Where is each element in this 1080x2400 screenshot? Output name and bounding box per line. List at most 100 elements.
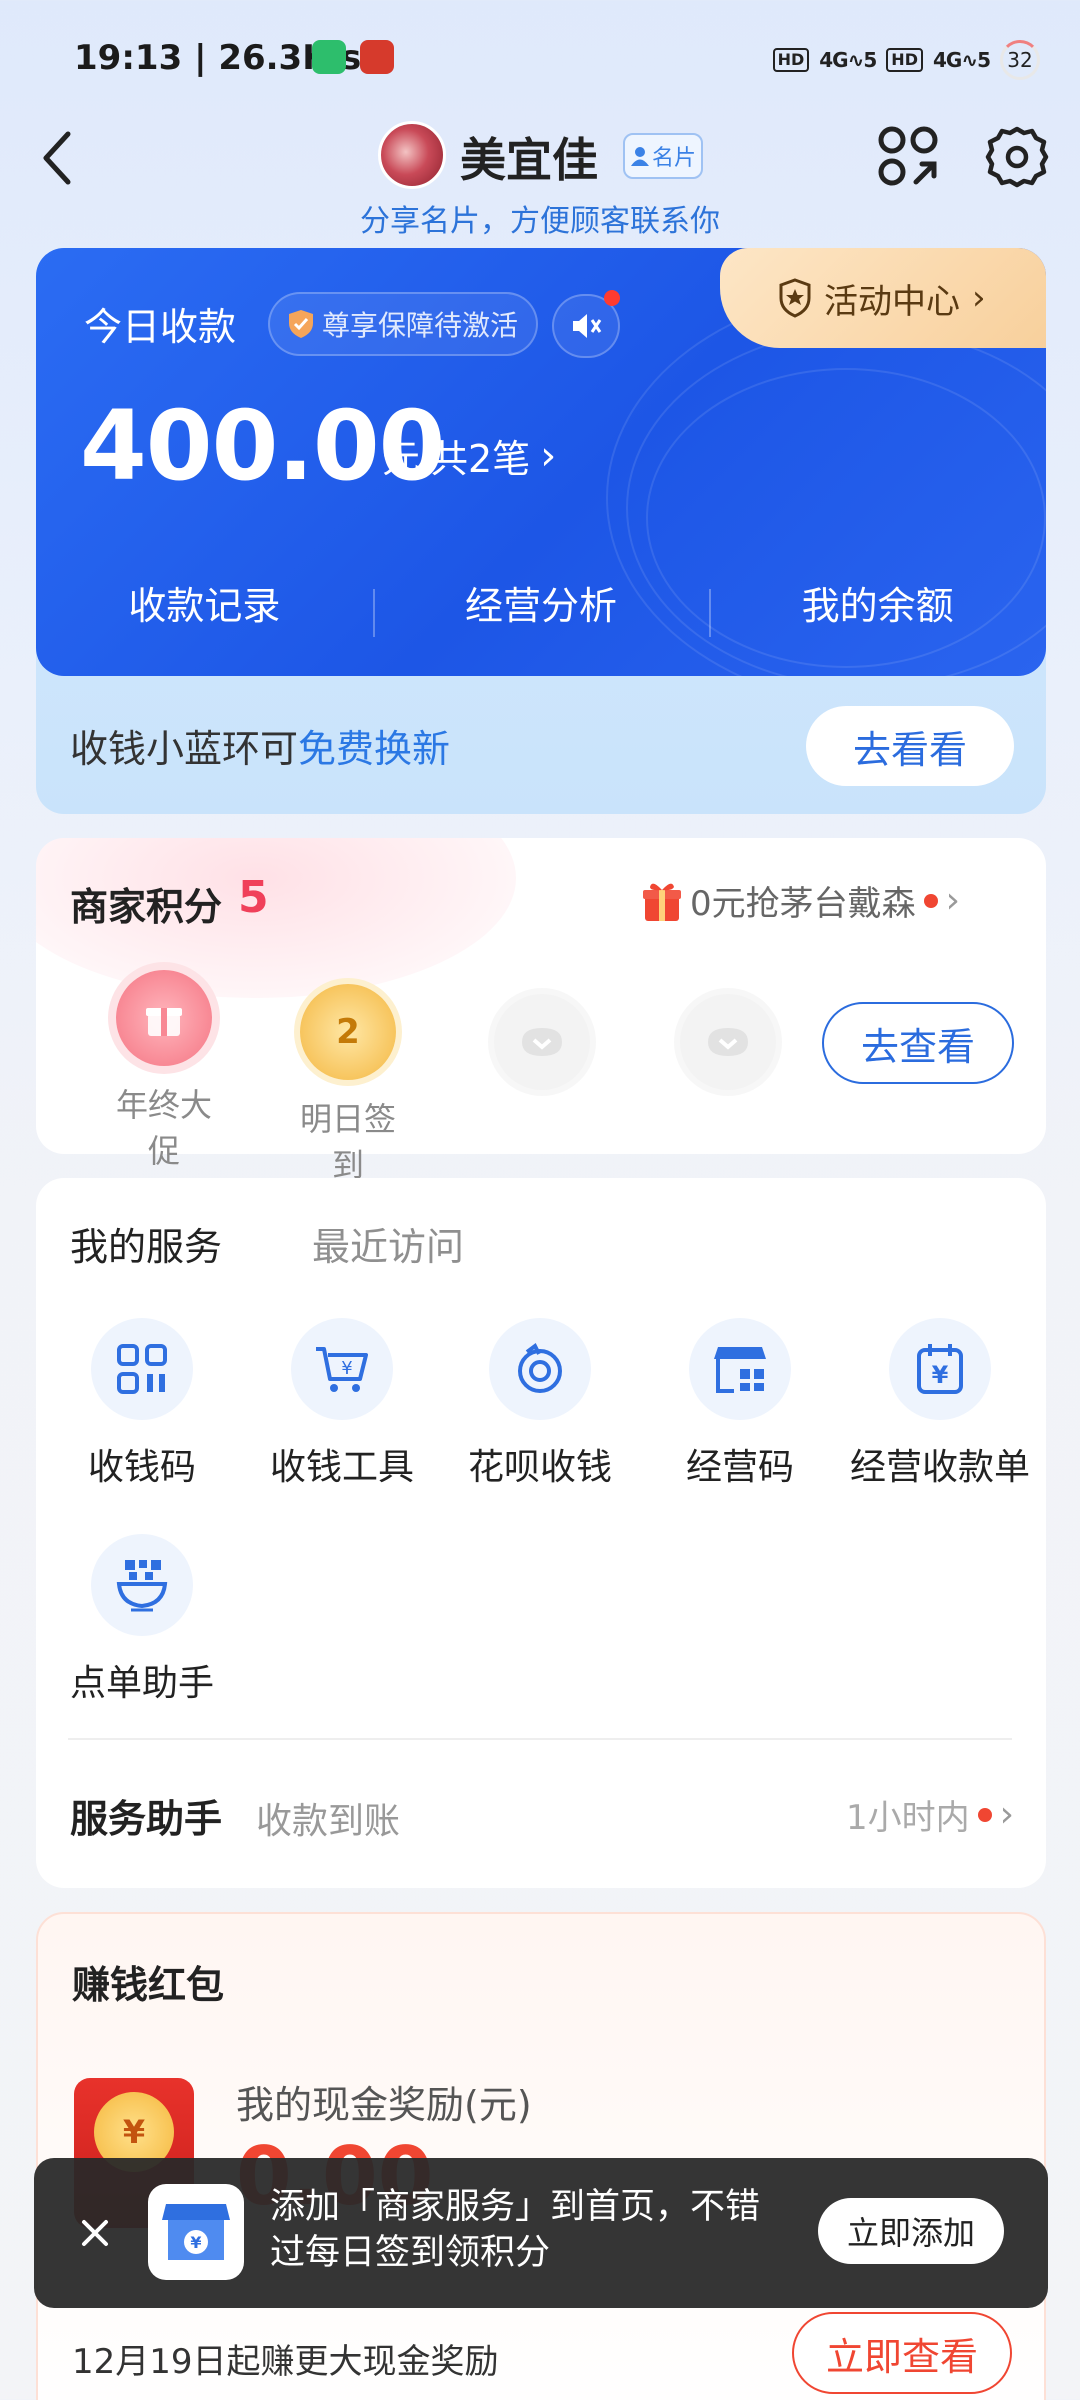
chevron-right-icon: › [972,278,986,318]
service-collection-code[interactable]: 收钱码 [42,1318,242,1490]
locked-coin-icon [494,994,590,1090]
hd-icon: HD [886,48,923,72]
qr-code-icon [91,1318,193,1420]
amount-details-link[interactable]: 元 共2笔 › [382,428,556,483]
service-huabei-collection[interactable]: 花呗收钱 [440,1318,640,1490]
cash-reward-label: 我的现金奖励(元) [236,2083,532,2127]
service-label: 收钱码 [87,1447,196,1488]
activity-center-label: 活动中心 [824,281,960,322]
assistant-time: 1小时内 [845,1798,970,1838]
service-label: 收钱工具 [269,1447,414,1488]
points-promo-link[interactable]: 0元抢茅台戴森 › [642,876,960,925]
signal-icon: 4G∿5 [819,48,877,72]
close-icon [82,2220,108,2246]
services-card [36,1178,1046,1888]
service-assistant-link[interactable]: 1小时内 › [846,1790,1014,1839]
tab-collection-records[interactable]: 收款记录 [36,575,373,630]
go-see-button[interactable]: 去看看 [806,706,1014,786]
hd-icon: HD [772,48,810,72]
sign-in-item[interactable]: 年终大促 [104,970,224,1172]
toast-close-button[interactable] [70,2208,120,2258]
huabei-icon [489,1318,591,1420]
chevron-left-icon [43,131,71,185]
service-label: 经营收款单 [849,1447,1030,1488]
service-assistant-subtitle: 收款到账 [256,1801,401,1842]
reward-notice: 12月19日起赚更大现金奖励 [72,2342,499,2382]
coin-icon: 2 [300,984,396,1080]
tab-business-analysis[interactable]: 经营分析 [372,575,710,637]
service-collection-tools[interactable]: ¥ 收钱工具 [242,1318,442,1490]
svg-text:¥: ¥ [341,1358,352,1379]
order-assistant-icon [91,1534,193,1636]
chevron-right-icon: › [945,880,961,921]
store-name: 美宜佳 [460,133,598,187]
business-card-badge[interactable]: 名片 [623,133,703,179]
svg-text:¥: ¥ [190,2233,201,2252]
points-title: 商家积分 [70,885,223,929]
earn-title: 赚钱红包 [72,1963,225,2007]
toast-message: 添加「商家服务」到首页，不错过每日签到领积分 [270,2187,761,2273]
back-button[interactable] [30,120,94,196]
store-code-icon [689,1318,791,1420]
calendar-yuan-icon: ¥ [889,1318,991,1420]
service-order-assistant[interactable]: 点单助手 [42,1534,242,1706]
person-icon [630,147,649,166]
speaker-muted-icon [573,314,602,338]
notification-dot [923,893,938,908]
add-now-button[interactable]: 立即添加 [818,2198,1004,2264]
sign-in-label: 明日签到 [299,1100,396,1184]
sign-in-label: 年终大促 [115,1086,212,1170]
cart-icon: ¥ [291,1318,393,1420]
share-hint[interactable]: 分享名片，方便顾客联系你 [0,196,1080,240]
tab-my-balance[interactable]: 我的余额 [709,575,1046,637]
app-notification-icon [312,40,346,74]
status-bar: 19:13 | 26.3K/s HD 4G∿5 HD 4G∿5 32 [0,0,1080,110]
notification-dot [604,290,620,306]
scan-icon [878,126,938,186]
gear-icon [985,126,1049,188]
scan-button[interactable] [876,124,940,188]
settings-button[interactable] [984,124,1050,190]
svg-text:¥: ¥ [932,1361,949,1389]
store-avatar[interactable] [378,121,446,189]
currency-label: 元 [382,437,421,481]
service-label: 点单助手 [70,1663,215,1704]
business-card-label: 名片 [651,146,696,171]
notification-dot [977,1807,992,1822]
app-notification-icon [360,40,394,74]
check-points-button[interactable]: 去查看 [822,1002,1014,1084]
battery-icon: 32 [1000,40,1040,80]
service-label: 花呗收钱 [467,1447,612,1488]
gift-icon [643,883,681,921]
chevron-right-icon: › [999,1794,1014,1835]
service-label: 经营码 [685,1447,794,1488]
shield-star-icon [779,278,811,318]
signal-icon: 4G∿5 [932,48,991,72]
collection-tabs: 收款记录 经营分析 我的余额 [36,560,1046,644]
today-collection-label: 今日收款 [84,305,237,349]
points-value: 5 [238,872,269,923]
locked-coin-icon [680,994,776,1090]
status-indicators: HD 4G∿5 HD 4G∿5 32 [772,40,1040,80]
tab-my-services[interactable]: 我的服务 [70,1216,222,1271]
divider [68,1738,1012,1740]
transaction-count: 共2笔 [430,437,531,481]
tab-recent-visits[interactable]: 最近访问 [312,1216,464,1271]
view-now-button[interactable]: 立即查看 [792,2312,1012,2394]
gift-coin-icon [116,970,212,1066]
guarantee-label: 尊享保障待激活 [321,309,518,342]
chevron-right-icon: › [540,432,557,479]
sign-in-item [482,994,602,1090]
service-business-receipt[interactable]: ¥ 经营收款单 [840,1318,1040,1490]
service-business-code[interactable]: 经营码 [640,1318,840,1490]
shield-check-icon [288,310,313,338]
points-promo-label: 0元抢茅台戴森 [690,884,916,924]
store-icon: ¥ [162,2204,230,2260]
sign-in-item[interactable]: 2 明日签到 [288,984,408,1186]
ring-promo-text: 收钱小蓝环可免费换新 [70,727,451,771]
sign-in-item [668,994,788,1090]
activity-center-button[interactable]: 活动中心 › [720,248,1046,348]
service-assistant-title[interactable]: 服务助手 [70,1788,222,1843]
guarantee-badge[interactable]: 尊享保障待激活 [268,292,538,356]
merchant-service-logo: ¥ [148,2184,244,2280]
